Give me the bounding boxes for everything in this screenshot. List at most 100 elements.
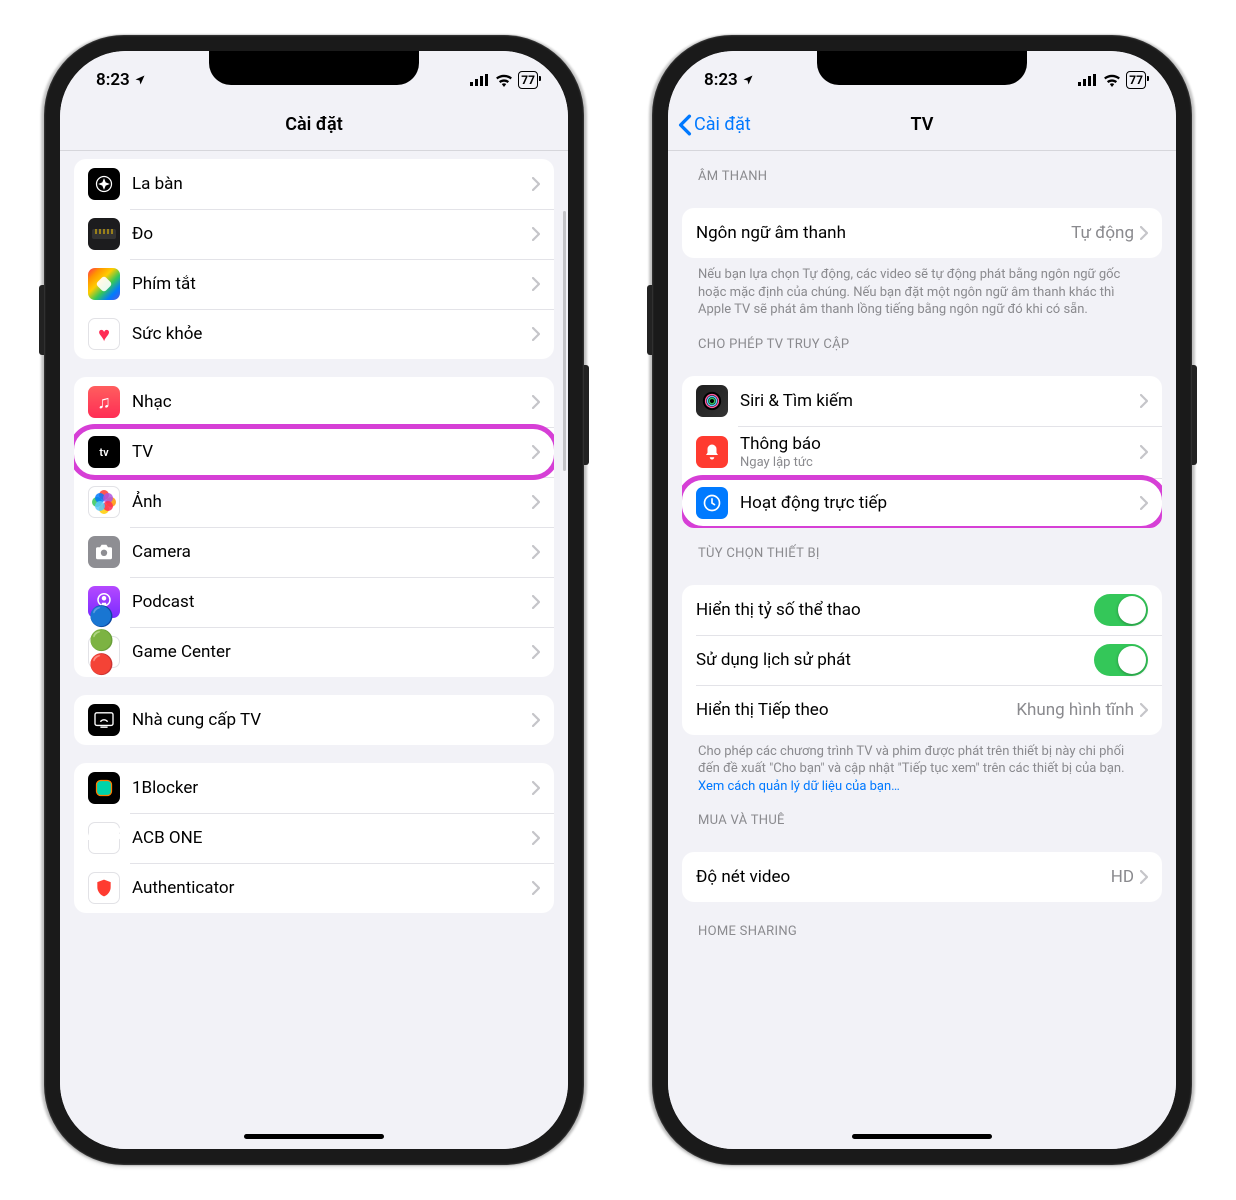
wifi-icon [1103,74,1121,87]
row-label: Authenticator [132,878,532,898]
chevron-right-icon [532,395,540,409]
location-icon [742,74,754,86]
chevron-right-icon [532,495,540,509]
row-live[interactable]: Hoạt động trực tiếp [682,478,1162,528]
row-podcast[interactable]: Podcast [74,577,554,627]
tvprov-icon [88,704,120,736]
section-header-access: CHO PHÉP TV TRUY CẬP [668,319,1176,358]
acb-icon: ACBONE [88,822,120,854]
row-video-quality[interactable]: Độ nét videoHD [682,852,1162,902]
row-sports[interactable]: Hiển thị tỷ số thể thao [682,585,1162,635]
row-label: Game Center [132,642,532,662]
row-tvprovider[interactable]: Nhà cung cấp TV [74,695,554,745]
settings-scroll[interactable]: La bàn Đo Phím tắt♥Sức khỏe ♫ Nhạc tvTV Ảnh Cam… [60,151,568,1149]
photos-icon [88,486,120,518]
row-value: HD [1111,867,1134,887]
row-compass[interactable]: La bàn [74,159,554,209]
battery-icon: 77 [518,71,538,89]
row-notif[interactable]: Thông báoNgay lập tức [682,426,1162,478]
row-gamecenter[interactable]: 🔵🟢🔴🟡 Game Center [74,627,554,677]
row-music[interactable]: ♫ Nhạc [74,377,554,427]
row-health[interactable]: ♥Sức khỏe [74,309,554,359]
nav-header: Cài đặt TV [668,99,1176,151]
row-label: Ảnh [132,492,532,512]
row-siri[interactable]: Siri & Tìm kiếm [682,376,1162,426]
measure-icon [88,218,120,250]
row-sublabel: Ngay lập tức [740,455,1140,470]
row-label: Nhà cung cấp TV [132,710,532,730]
chevron-right-icon [532,327,540,341]
row-label: Hiển thị Tiếp theo [696,700,1016,720]
chevron-right-icon [532,445,540,459]
gamecenter-icon: 🔵🟢🔴🟡 [88,636,120,668]
notif-icon [696,436,728,468]
row-tv[interactable]: tvTV [74,427,554,477]
toggle-sports[interactable] [1094,594,1148,626]
wifi-icon [495,74,513,87]
tv-settings-scroll[interactable]: ÂM THANHNgôn ngữ âm thanhTự độngNếu bạn … [668,151,1176,1149]
row-measure[interactable]: Đo [74,209,554,259]
row-label: Ngôn ngữ âm thanh [696,223,1071,243]
home-indicator[interactable] [852,1134,992,1139]
status-time: 8:23 [704,70,738,90]
row-label: Thông báo [740,434,1140,454]
row-label: La bàn [132,174,532,194]
chevron-right-icon [532,713,540,727]
section-footer-device: Cho phép các chương trình TV và phim đượ… [668,735,1176,796]
row-label: Đo [132,224,532,244]
chevron-right-icon [1140,496,1148,510]
screen-left: 8:23 77 Cài đặt La bàn Đo Phím tắt♥Sức khỏ… [60,51,568,1149]
row-auth[interactable]: Authenticator [74,863,554,913]
section-footer-audio: Nếu bạn lựa chọn Tự động, các video sẽ t… [668,258,1176,319]
nav-header: Cài đặt [60,99,568,151]
music-icon: ♫ [88,386,120,418]
chevron-right-icon [1140,226,1148,240]
section-header-purchase: MUA VÀ THUÊ [668,795,1176,834]
home-indicator[interactable] [244,1134,384,1139]
privacy-link[interactable]: Xem cách quản lý dữ liệu của bạn… [698,779,900,794]
phone-left: 8:23 77 Cài đặt La bàn Đo Phím tắt♥Sức khỏ… [44,35,584,1165]
row-label: Camera [132,542,532,562]
health-icon: ♥ [88,318,120,350]
back-button[interactable]: Cài đặt [678,114,751,136]
notch [817,51,1027,85]
row-value: Tự động [1071,223,1134,243]
row-label: ACB ONE [132,828,532,848]
chevron-right-icon [532,831,540,845]
section-header-homesharing: HOME SHARING [668,902,1176,945]
row-upnext[interactable]: Hiển thị Tiếp theoKhung hình tĩnh [682,685,1162,735]
back-label: Cài đặt [694,114,751,135]
location-icon [134,74,146,86]
screen-right: 8:23 77 Cài đặt TV ÂM THANHNgôn ngữ âm t… [668,51,1176,1149]
compass-icon [88,168,120,200]
row-1blocker[interactable]: 1Blocker [74,763,554,813]
live-icon [696,487,728,519]
chevron-left-icon [678,114,692,136]
chevron-right-icon [1140,394,1148,408]
page-title: Cài đặt [285,114,343,135]
row-label: Podcast [132,592,532,612]
chevron-right-icon [1140,445,1148,459]
row-label: Nhạc [132,392,532,412]
scrollbar[interactable] [563,211,566,471]
row-acb[interactable]: ACBONE ACB ONE [74,813,554,863]
row-label: 1Blocker [132,778,532,798]
section-header-device: TÙY CHỌN THIẾT BỊ [668,528,1176,567]
row-history[interactable]: Sử dụng lịch sử phát [682,635,1162,685]
row-label: Siri & Tìm kiếm [740,391,1140,411]
row-photos[interactable]: Ảnh [74,477,554,527]
row-label: Sử dụng lịch sử phát [696,650,1094,670]
chevron-right-icon [1140,870,1148,884]
auth-icon [88,872,120,904]
toggle-history[interactable] [1094,644,1148,676]
row-camera[interactable]: Camera [74,527,554,577]
row-audio-language[interactable]: Ngôn ngữ âm thanhTự động [682,208,1162,258]
chevron-right-icon [532,781,540,795]
row-label: Độ nét video [696,867,1111,887]
section-header-audio: ÂM THANH [668,151,1176,190]
row-shortcuts[interactable]: Phím tắt [74,259,554,309]
siri-icon [696,385,728,417]
status-time: 8:23 [96,70,130,90]
page-title: TV [911,114,934,135]
tv-icon: tv [88,436,120,468]
